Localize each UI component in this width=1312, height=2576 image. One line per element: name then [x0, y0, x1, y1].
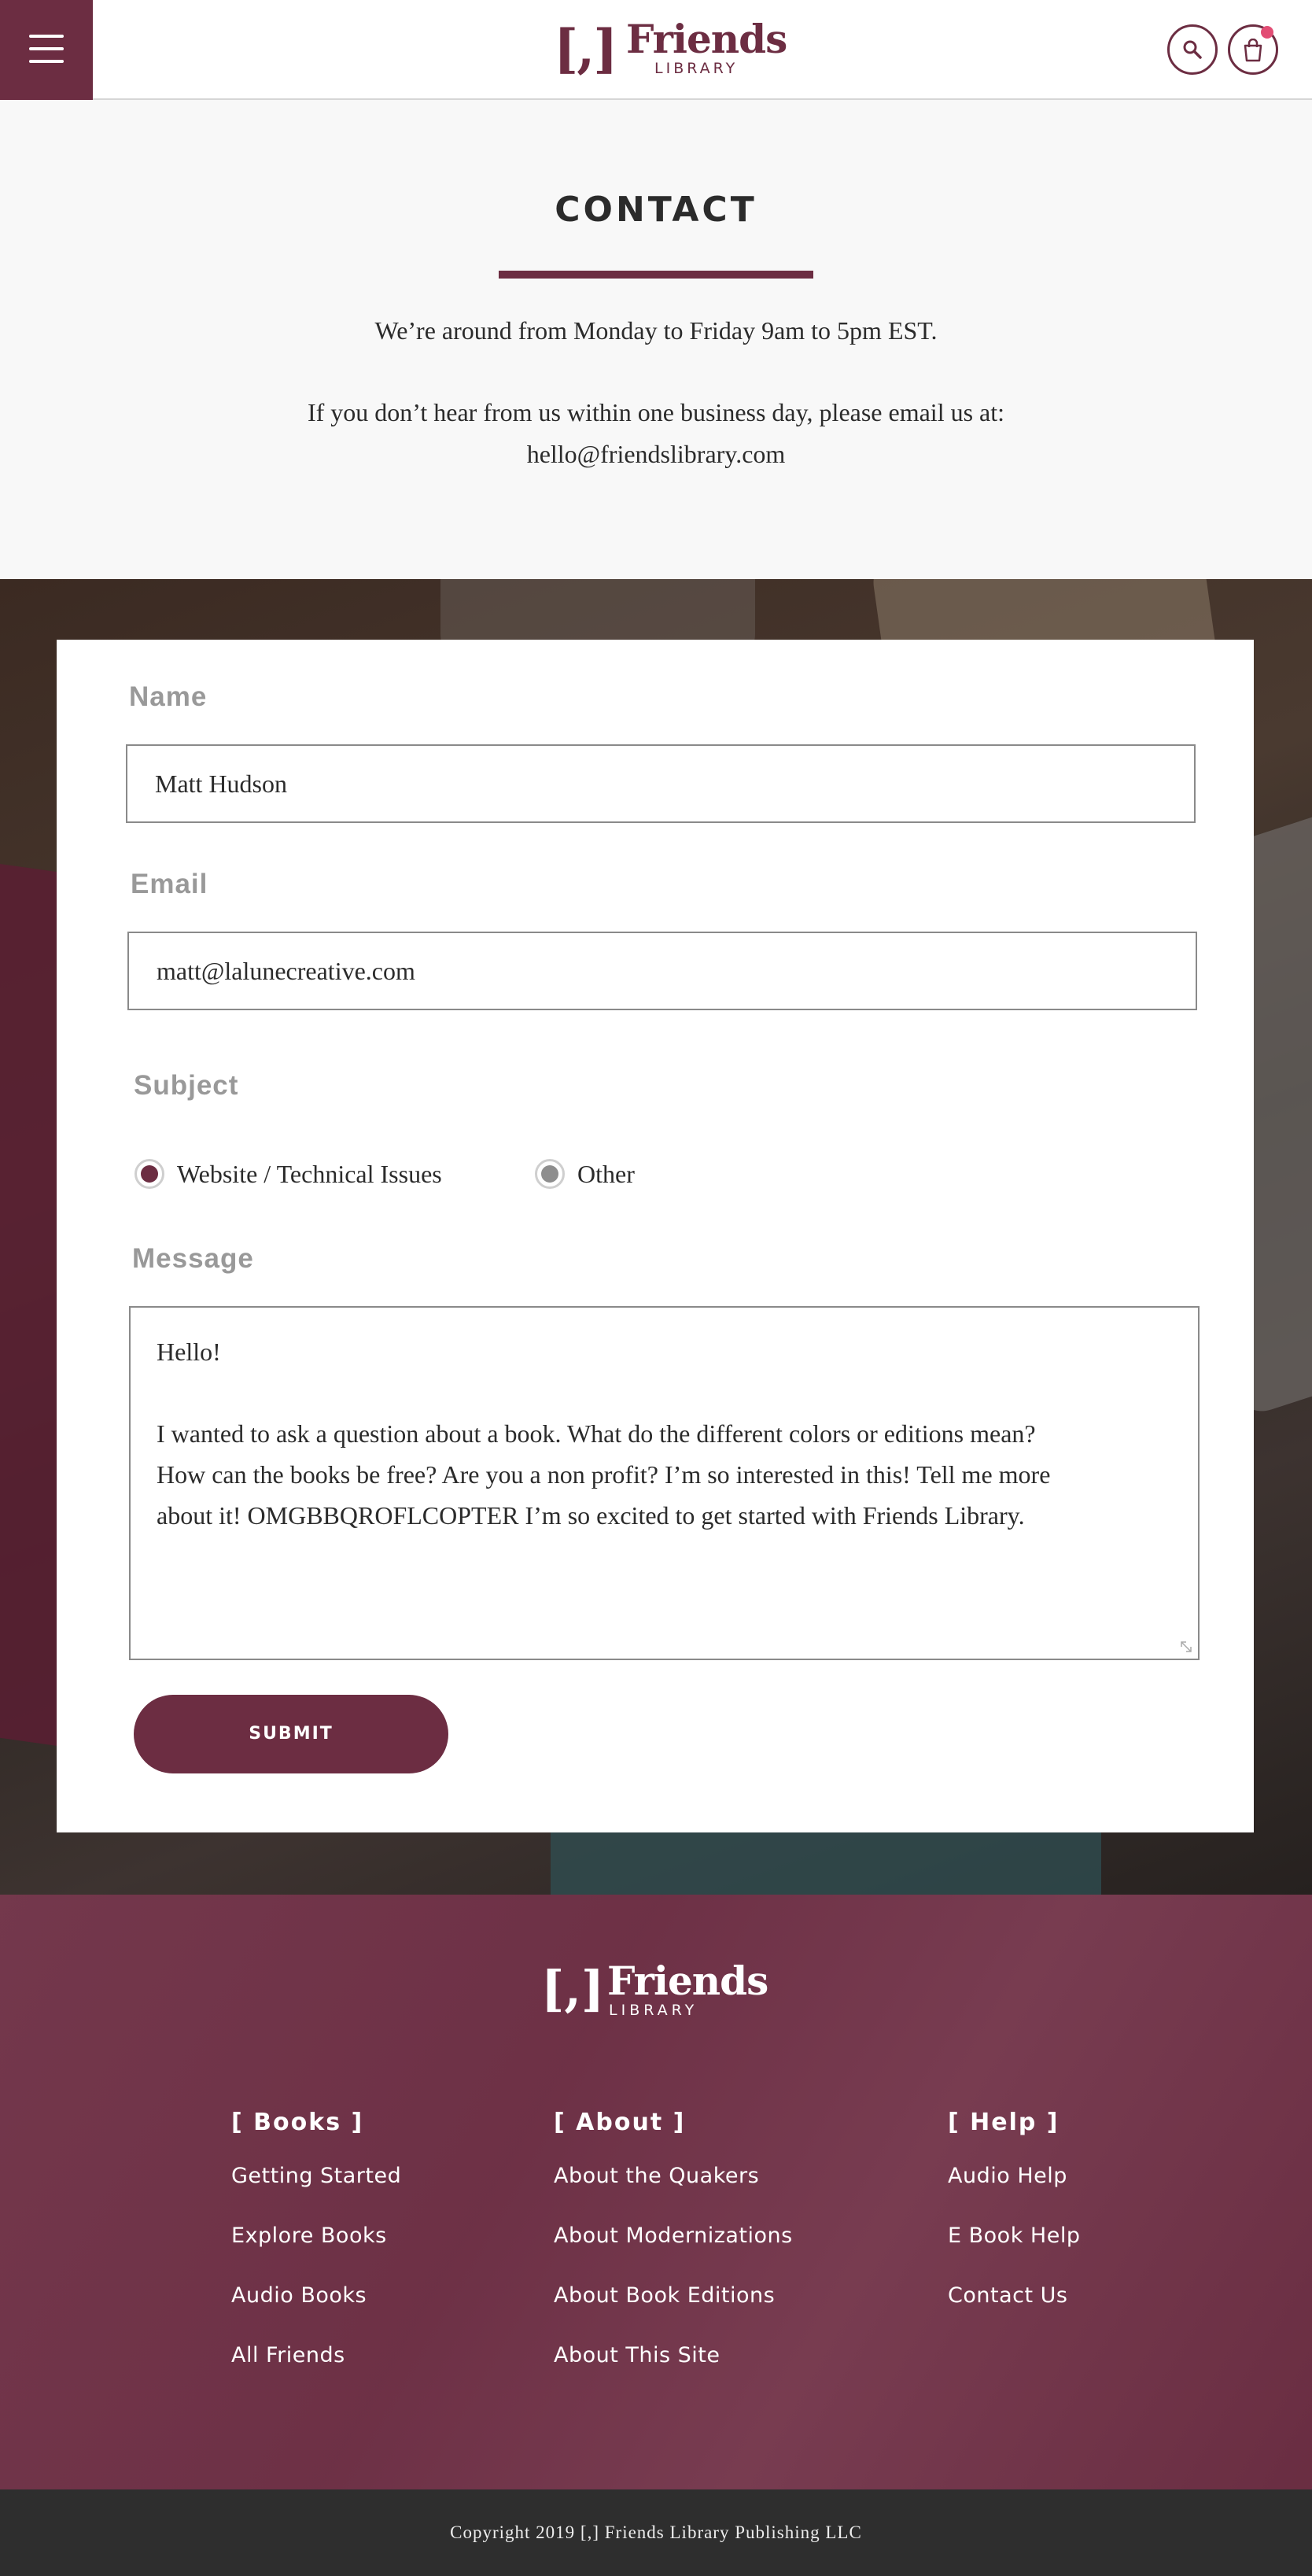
message-line: Hello!	[157, 1338, 221, 1366]
footer-link[interactable]: About Book Editions	[554, 2282, 793, 2310]
search-button[interactable]	[1167, 24, 1218, 75]
subject-label: Subject	[134, 1070, 239, 1101]
shopping-bag-icon	[1244, 39, 1262, 62]
footer-heading: [ Books ]	[231, 2109, 364, 2136]
footer-logo[interactable]: [,] Friends LIBRARY	[541, 1958, 777, 2022]
logo-subtitle: LIBRARY	[654, 60, 739, 77]
title-underline	[499, 271, 813, 279]
subject-option-technical[interactable]: Website / Technical Issues	[135, 1157, 442, 1191]
logo-bracket: [,]	[541, 1960, 605, 2017]
footer-link[interactable]: All Friends	[231, 2342, 401, 2370]
search-icon	[1183, 40, 1202, 59]
footer-column-about: [ About ] About the Quakers About Modern…	[554, 2107, 793, 2401]
footer-heading: [ Help ]	[948, 2109, 1060, 2136]
hours-text: We’re around from Monday to Friday 9am t…	[374, 316, 938, 345]
contact-intro: CONTACT We’re around from Monday to Frid…	[0, 101, 1312, 579]
footer-link[interactable]: About This Site	[554, 2342, 793, 2370]
email-field[interactable]: matt@lalunecreative.com	[127, 932, 1197, 1010]
logo-name: Friends	[607, 1958, 768, 2004]
name-field-value: Matt Hudson	[155, 769, 287, 798]
site-header: [,] Friends LIBRARY	[0, 0, 1312, 100]
logo-subtitle: LIBRARY	[609, 2002, 698, 2019]
message-textarea[interactable]: Hello! I wanted to ask a question about …	[129, 1306, 1200, 1660]
name-field[interactable]: Matt Hudson	[126, 744, 1196, 823]
message-label: Message	[132, 1243, 254, 1274]
footer-link[interactable]: Contact Us	[948, 2282, 1080, 2310]
footer-link[interactable]: Audio Books	[231, 2282, 401, 2310]
logo-bracket: [,]	[554, 18, 617, 79]
submit-button[interactable]: SUBMIT	[134, 1695, 448, 1773]
footer-heading: [ About ]	[554, 2109, 686, 2136]
footer-link[interactable]: Audio Help	[948, 2162, 1080, 2190]
email-label: Email	[131, 869, 208, 899]
subject-option-label: Other	[577, 1159, 635, 1188]
message-line: How can the books be free? Are you a non…	[157, 1460, 1051, 1489]
message-line: about it! OMGBBQROFLCOPTER I’m so excite…	[157, 1501, 1025, 1530]
footer-link[interactable]: Explore Books	[231, 2222, 401, 2250]
footer-link[interactable]: Getting Started	[231, 2162, 401, 2190]
footer-link[interactable]: About the Quakers	[554, 2162, 793, 2190]
hamburger-menu-button[interactable]	[0, 0, 93, 100]
response-note: If you don’t hear from us within one bus…	[307, 398, 1005, 426]
message-line: I wanted to ask a question about a book.…	[157, 1419, 1036, 1448]
subject-option-other[interactable]: Other	[535, 1157, 635, 1191]
name-label: Name	[129, 681, 208, 712]
radio-button-selected[interactable]	[135, 1159, 164, 1189]
logo-name: Friends	[626, 16, 787, 62]
footer-column-help: [ Help ] Audio Help E Book Help Contact …	[948, 2107, 1080, 2342]
subject-option-label: Website / Technical Issues	[177, 1159, 442, 1188]
copyright-text: Copyright 2019 [,] Friends Library Publi…	[450, 2522, 862, 2542]
copyright-bar: Copyright 2019 [,] Friends Library Publi…	[0, 2489, 1312, 2576]
radio-button-unselected[interactable]	[535, 1159, 565, 1189]
resize-handle-icon[interactable]	[1179, 1640, 1193, 1654]
footer-link[interactable]: About Modernizations	[554, 2222, 793, 2250]
contact-email-link[interactable]: hello@friendslibrary.com	[527, 440, 786, 468]
page-title: CONTACT	[555, 190, 757, 230]
footer-column-books: [ Books ] Getting Started Explore Books …	[231, 2107, 401, 2401]
site-footer: [,] Friends LIBRARY [ Books ] Getting St…	[0, 1895, 1312, 2489]
cart-badge	[1261, 26, 1273, 39]
footer-link[interactable]: E Book Help	[948, 2222, 1080, 2250]
site-logo[interactable]: [,] Friends LIBRARY	[554, 16, 787, 80]
email-field-value: matt@lalunecreative.com	[157, 956, 415, 985]
